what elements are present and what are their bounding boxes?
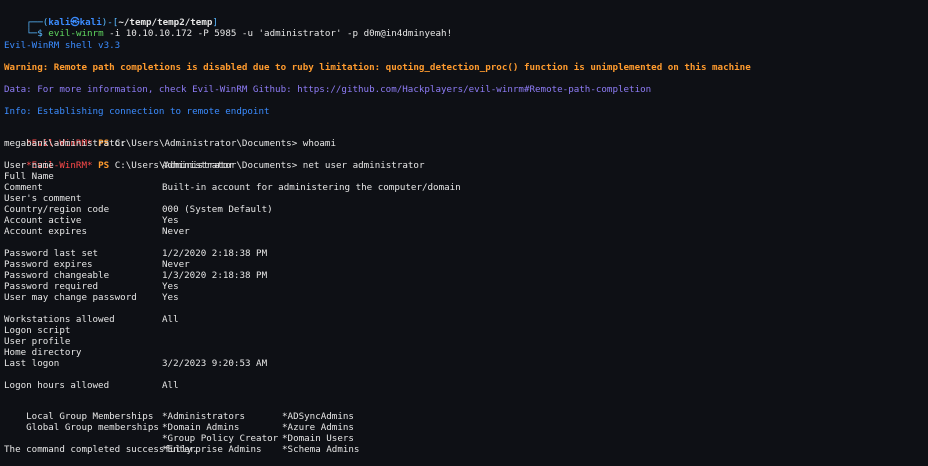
command-line[interactable]: └─$ evil-winrm -i 10.10.10.172 -P 5985 -…: [4, 17, 452, 39]
user-info-row: Password changeable 1/3/2020 2:18:38 PM: [4, 270, 267, 281]
terminal-window[interactable]: ┌──(kali㉿kali)-[~/temp/temp2/temp] └─$ e…: [0, 0, 928, 460]
user-info-value: All: [162, 380, 179, 391]
user-info-label: Password required: [4, 281, 99, 292]
user-info-value: Administrator: [162, 160, 234, 171]
info-line: Info: Establishing connection to remote …: [4, 106, 270, 117]
user-info-label: Password changeable: [4, 270, 110, 281]
user-info-row: [4, 303, 164, 314]
user-info-row: Password required Yes: [4, 281, 179, 292]
user-info-value: Never: [162, 226, 190, 237]
user-info-label: User's comment: [4, 193, 82, 204]
user-info-row: User may change password Yes: [4, 292, 179, 303]
user-info-value: Yes: [162, 292, 179, 303]
data-line: Data: For more information, check Evil-W…: [4, 84, 652, 95]
user-info-label: Home directory: [4, 347, 82, 358]
group-entry: *ADSyncAdmins: [282, 411, 354, 422]
user-info-label: Last logon: [4, 358, 60, 369]
user-info-label: Comment: [4, 182, 43, 193]
whoami-output: megabank\administrator: [4, 138, 126, 149]
warning-line: Warning: Remote path completions is disa…: [4, 62, 751, 73]
user-info-label: User name: [4, 160, 54, 171]
user-info-value: All: [162, 314, 179, 325]
user-info-label: Logon hours allowed: [4, 380, 110, 391]
user-info-label: Workstations allowed: [4, 314, 115, 325]
user-info-row: Last logon 3/2/2023 9:20:53 AM: [4, 358, 267, 369]
user-info-value: Built-in account for administering the c…: [162, 182, 461, 193]
user-info-label: User profile: [4, 336, 71, 347]
user-info-row: Home directory: [4, 347, 164, 358]
user-info-label: Country/region code: [4, 204, 110, 215]
group-entry: *Group Policy Creator: [162, 433, 279, 444]
user-info-row: Workstations allowed All: [4, 314, 179, 325]
user-info-row: Logon hours allowed All: [4, 380, 179, 391]
user-info-label: Account active: [4, 215, 82, 226]
user-info-row: Account active Yes: [4, 215, 179, 226]
group-entry: *Azure Admins: [282, 422, 354, 433]
user-info-row: User name Administrator: [4, 160, 234, 171]
user-info-row: User's comment: [4, 193, 164, 204]
user-info-row: [4, 237, 164, 248]
group-entry: *Domain Admins: [162, 422, 240, 433]
command-name: evil-winrm: [48, 28, 104, 39]
ps-prompt-1: *Evil-WinRM* PS C:\Users\Administrator\D…: [4, 127, 336, 149]
user-info-row: Account expires Never: [4, 226, 190, 237]
shell-version: Evil-WinRM shell v3.3: [4, 40, 121, 51]
prompt-dollar: └─$: [26, 28, 43, 39]
user-info-value: 3/2/2023 9:20:53 AM: [162, 358, 268, 369]
user-info-label: User may change password: [4, 292, 137, 303]
user-info-row: Country/region code 000 (System Default): [4, 204, 273, 215]
user-info-row: [4, 369, 164, 380]
user-info-label: Account expires: [4, 226, 87, 237]
group-entry: *Schema Admins: [282, 444, 360, 455]
global-group-row: *Group Policy Creator *Domain Users: [4, 422, 354, 444]
whoami-command: whoami: [302, 138, 336, 149]
user-info-label: Logon script: [4, 325, 71, 336]
prompt-header: ┌──(kali㉿kali)-[~/temp/temp2/temp]: [4, 6, 218, 28]
command-args: -i 10.10.10.172 -P 5985 -u 'administrato…: [103, 28, 453, 39]
user-info-value: Yes: [162, 215, 179, 226]
local-group-row: Local Group Memberships *Administrators *A…: [4, 400, 354, 422]
completion-message: The command completed successfully.: [4, 444, 198, 455]
group-entry: *Domain Users: [282, 433, 354, 444]
user-info-row: Password last set 1/2/2020 2:18:38 PM: [4, 248, 267, 259]
user-info-value: Never: [162, 259, 190, 270]
user-info-row: User profile: [4, 336, 164, 347]
user-info-value: Yes: [162, 281, 179, 292]
user-info-row: Full Name: [4, 171, 164, 182]
user-info-value: 1/2/2020 2:18:38 PM: [162, 248, 268, 259]
user-info-row: Logon script: [4, 325, 164, 336]
user-info-value: 1/3/2020 2:18:38 PM: [162, 270, 268, 281]
user-info-label: Password expires: [4, 259, 93, 270]
ps-prompt-2: *Evil-WinRM* PS C:\Users\Administrator\D…: [4, 149, 424, 171]
global-group-row: Global Group memberships *Domain Admins *A…: [4, 411, 354, 433]
user-info-row: Comment Built-in account for administerin…: [4, 182, 461, 193]
user-info-label: Full Name: [4, 171, 54, 182]
net-user-command: net user administrator: [302, 160, 425, 171]
global-group-row: *Enterprise Admins *Schema Admins: [4, 433, 359, 455]
cwd: C:\Users\Administrator\Documents>: [114, 138, 298, 149]
user-info-label: Password last set: [4, 248, 99, 259]
user-info-row: Password expires Never: [4, 259, 190, 270]
user-info-value: 000 (System Default): [162, 204, 273, 215]
